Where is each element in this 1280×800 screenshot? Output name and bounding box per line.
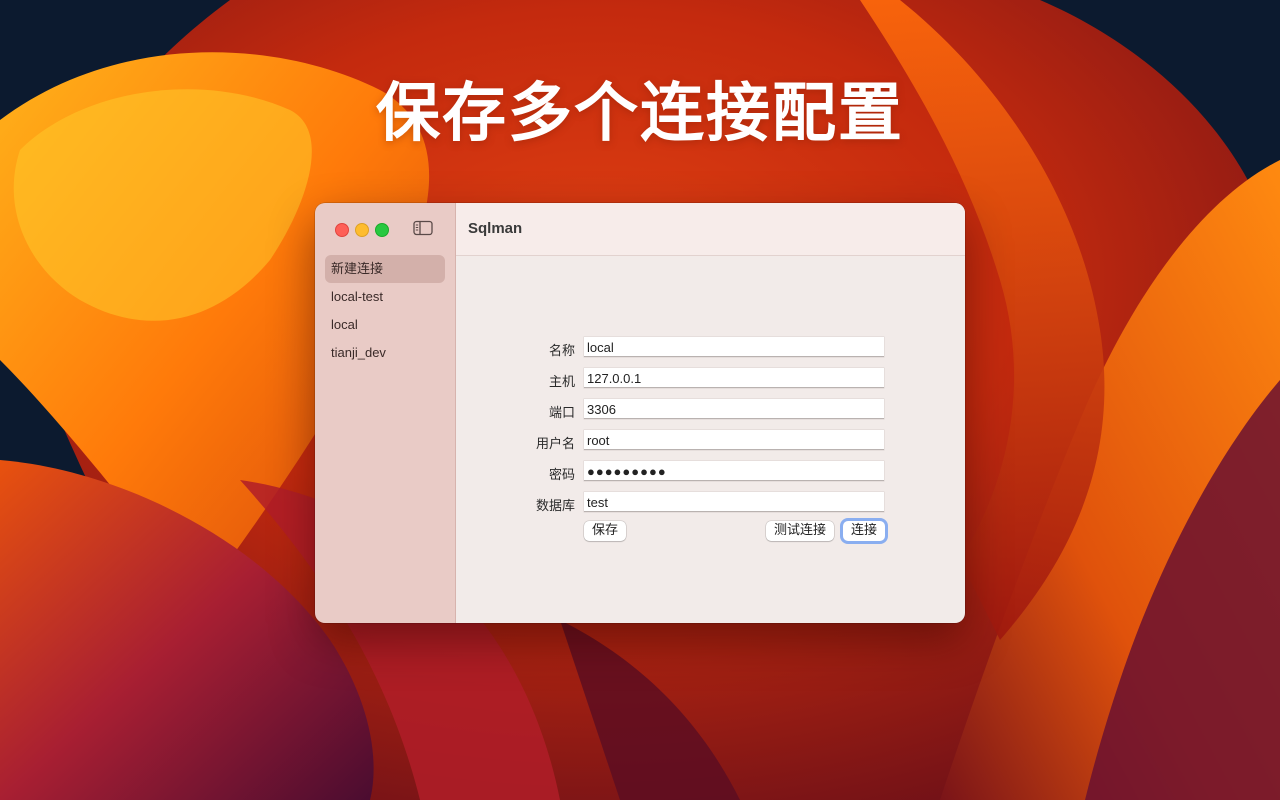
password-label: 密码 <box>548 468 575 483</box>
titlebar: Sqlman <box>456 203 965 256</box>
sidebar-item-local[interactable]: local <box>325 311 445 339</box>
name-label: 名称 <box>548 344 575 359</box>
app-window: 新建连接 local-test local tianji_dev Sqlman … <box>315 203 965 623</box>
minimize-window-button[interactable] <box>355 223 369 237</box>
sidebar-toggle-icon[interactable] <box>413 220 433 236</box>
form-row-database: 数据库 <box>456 492 965 514</box>
desktop: 保存多个连接配置 新建连接 local-test local tianji_de… <box>0 0 1280 800</box>
close-window-button[interactable] <box>335 223 349 237</box>
form-row-username: 用户名 <box>456 430 965 452</box>
sidebar-item-new-connection[interactable]: 新建连接 <box>325 255 445 283</box>
maximize-window-button[interactable] <box>375 223 389 237</box>
sidebar: 新建连接 local-test local tianji_dev <box>315 203 456 623</box>
form-row-host: 主机 <box>456 368 965 390</box>
connect-button[interactable]: 连接 <box>843 521 886 541</box>
host-field[interactable] <box>584 368 884 388</box>
host-label: 主机 <box>548 375 575 390</box>
name-field[interactable] <box>584 337 884 357</box>
username-field[interactable] <box>584 430 884 450</box>
window-title: Sqlman <box>468 220 523 237</box>
database-field[interactable] <box>584 492 884 512</box>
username-label: 用户名 <box>535 437 575 452</box>
database-label: 数据库 <box>535 499 575 514</box>
sidebar-item-local-test[interactable]: local-test <box>325 283 445 311</box>
password-field[interactable] <box>584 461 884 481</box>
port-label: 端口 <box>548 406 575 421</box>
main-pane: Sqlman 名称 主机 端口 用户名 密码 <box>456 203 965 623</box>
form-row-password: 密码 <box>456 461 965 483</box>
headline: 保存多个连接配置 <box>376 77 904 151</box>
sidebar-item-tianji-dev[interactable]: tianji_dev <box>325 339 445 367</box>
test-connection-button[interactable]: 测试连接 <box>766 521 835 541</box>
form-row-name: 名称 <box>456 337 965 359</box>
port-field[interactable] <box>584 399 884 419</box>
connection-list: 新建连接 local-test local tianji_dev <box>325 255 445 367</box>
form-row-port: 端口 <box>456 399 965 421</box>
save-button[interactable]: 保存 <box>584 521 627 541</box>
